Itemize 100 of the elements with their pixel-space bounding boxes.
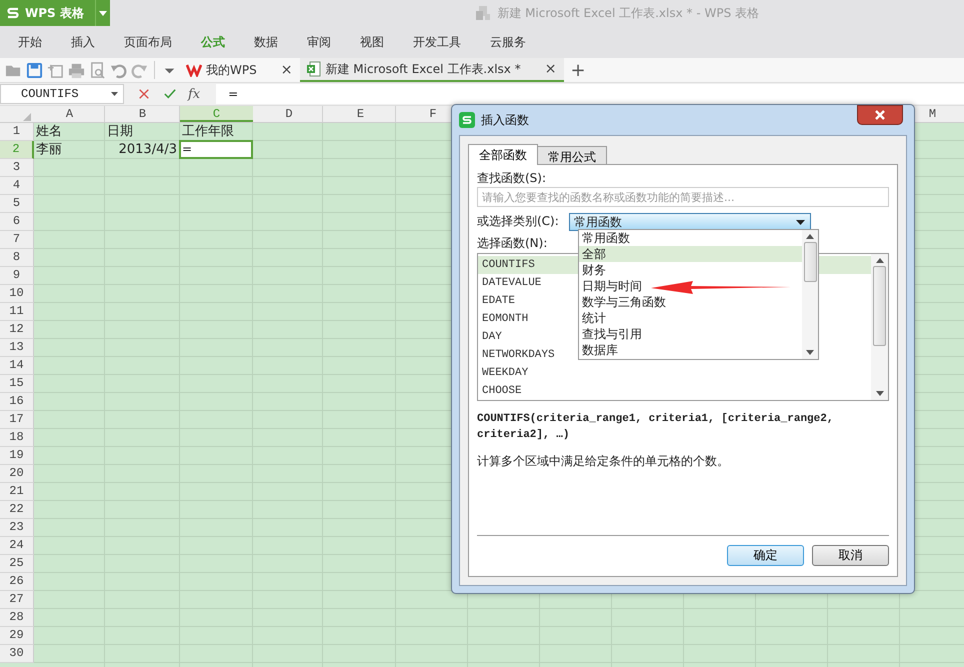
search-field[interactable]: 请输入您要查找的函数名称或函数功能的简要描述...: [477, 187, 889, 207]
row-header[interactable]: 23: [0, 519, 34, 537]
menu-tab[interactable]: 数据: [244, 26, 288, 58]
row-header[interactable]: 5: [0, 195, 34, 213]
scroll-thumb[interactable]: [873, 266, 886, 346]
close-tab-button[interactable]: ×: [542, 61, 558, 77]
row-header[interactable]: 20: [0, 465, 34, 483]
undo-icon[interactable]: [110, 62, 127, 78]
row-header[interactable]: 30: [0, 645, 34, 663]
print-preview-icon[interactable]: [89, 62, 106, 78]
row-header[interactable]: 28: [0, 609, 34, 627]
new-tab-button[interactable]: +: [564, 60, 592, 80]
row-header[interactable]: 18: [0, 429, 34, 447]
cancel-button[interactable]: 取消: [812, 545, 889, 566]
app-menu-caret[interactable]: [95, 0, 110, 26]
row-header[interactable]: 1: [0, 123, 34, 141]
menu-tab[interactable]: 页面布局: [114, 26, 182, 58]
column-header[interactable]: A: [34, 106, 105, 122]
document-tab[interactable]: 我的WPS ×: [180, 58, 300, 82]
row-header[interactable]: 4: [0, 177, 34, 195]
search-label: 查找函数(S):: [477, 170, 546, 186]
category-option[interactable]: 查找与引用: [579, 326, 802, 342]
column-header[interactable]: E: [324, 106, 397, 122]
category-option[interactable]: 财务: [579, 262, 802, 278]
menu-tab[interactable]: 视图: [350, 26, 394, 58]
caret-icon: [111, 92, 118, 96]
dialog-tab[interactable]: 全部函数: [468, 144, 538, 165]
save-icon[interactable]: [26, 62, 43, 78]
menu-tab[interactable]: 开发工具: [403, 26, 471, 58]
scrollbar[interactable]: [802, 230, 818, 359]
print-icon[interactable]: [68, 62, 85, 78]
row-header[interactable]: 25: [0, 555, 34, 573]
ok-button[interactable]: 确定: [727, 545, 804, 566]
scroll-up-icon[interactable]: [876, 258, 884, 263]
row-header[interactable]: 26: [0, 573, 34, 591]
row-header[interactable]: 12: [0, 321, 34, 339]
close-icon: [873, 110, 887, 120]
menu-tab[interactable]: 插入: [61, 26, 105, 58]
scroll-down-icon[interactable]: [876, 391, 884, 396]
function-description: 计算多个区域中满足给定条件的单元格的个数。: [477, 453, 730, 470]
row-header[interactable]: 14: [0, 357, 34, 375]
menu-tab[interactable]: 开始: [8, 26, 52, 58]
cancel-icon[interactable]: [138, 88, 150, 100]
tab-label: 新建 Microsoft Excel 工作表.xlsx *: [325, 60, 521, 78]
dialog-title: 插入函数: [481, 112, 529, 128]
row-header[interactable]: 6: [0, 213, 34, 231]
select-all-icon[interactable]: [23, 113, 31, 121]
row-header[interactable]: 8: [0, 249, 34, 267]
function-label: 选择函数(N):: [477, 235, 548, 251]
scroll-up-icon[interactable]: [806, 234, 814, 239]
dialog-tab[interactable]: 常用公式: [537, 146, 607, 164]
close-tab-button[interactable]: ×: [278, 62, 294, 78]
window-title: 新建 Microsoft Excel 工作表.xlsx * - WPS 表格: [497, 4, 759, 22]
table-cell-text: 日期: [106, 123, 134, 140]
category-option[interactable]: 全部: [579, 246, 802, 262]
menu-tab[interactable]: 云服务: [480, 26, 536, 58]
column-header[interactable]: B: [105, 106, 180, 122]
formula-field[interactable]: =: [216, 84, 964, 104]
category-option[interactable]: 统计: [579, 310, 802, 326]
category-option[interactable]: 日期与时间: [579, 278, 802, 294]
column-header[interactable]: D: [254, 106, 324, 122]
scroll-down-icon[interactable]: [806, 350, 814, 355]
scrollbar[interactable]: [871, 254, 888, 400]
row-header[interactable]: 13: [0, 339, 34, 357]
logo-icon: [186, 63, 202, 77]
row-header[interactable]: 29: [0, 627, 34, 645]
category-label: 或选择类别(C):: [477, 213, 559, 229]
table-cell: =: [180, 141, 252, 158]
table-cell-text: 工作年限: [181, 123, 235, 140]
row-header[interactable]: 21: [0, 483, 34, 501]
row-header[interactable]: 16: [0, 393, 34, 411]
name-box[interactable]: COUNTIFS: [0, 84, 124, 104]
row-header[interactable]: 3: [0, 159, 34, 177]
document-tab[interactable]: 新建 Microsoft Excel 工作表.xlsx * ×: [300, 58, 564, 82]
category-option[interactable]: 数学与三角函数: [579, 294, 802, 310]
caret-icon: [796, 220, 805, 224]
scroll-thumb[interactable]: [804, 242, 816, 282]
row-header[interactable]: 7: [0, 231, 34, 249]
row-header[interactable]: 10: [0, 285, 34, 303]
row-header[interactable]: 22: [0, 501, 34, 519]
row-header[interactable]: 11: [0, 303, 34, 321]
tab-label: 我的WPS: [206, 62, 257, 78]
caret-icon: [99, 10, 107, 16]
menu-tab[interactable]: 审阅: [297, 26, 341, 58]
row-header[interactable]: 19: [0, 447, 34, 465]
row-header[interactable]: 17: [0, 411, 34, 429]
row-header[interactable]: 9: [0, 267, 34, 285]
category-option[interactable]: 常用函数: [579, 230, 802, 246]
close-button[interactable]: [857, 105, 903, 125]
function-item[interactable]: CHOOSE: [478, 382, 871, 400]
table-cell-text: 李丽: [35, 141, 63, 158]
redo-icon[interactable]: [131, 62, 148, 78]
category-option[interactable]: 数据库: [579, 342, 802, 358]
function-item[interactable]: WEEKDAY: [478, 364, 871, 382]
insert-function-button[interactable]: fx: [184, 86, 204, 102]
confirm-icon[interactable]: [164, 88, 176, 100]
row-header[interactable]: 27: [0, 591, 34, 609]
row-header[interactable]: 24: [0, 537, 34, 555]
table-cell-text: 2013/4/3: [118, 141, 178, 158]
row-header[interactable]: 15: [0, 375, 34, 393]
